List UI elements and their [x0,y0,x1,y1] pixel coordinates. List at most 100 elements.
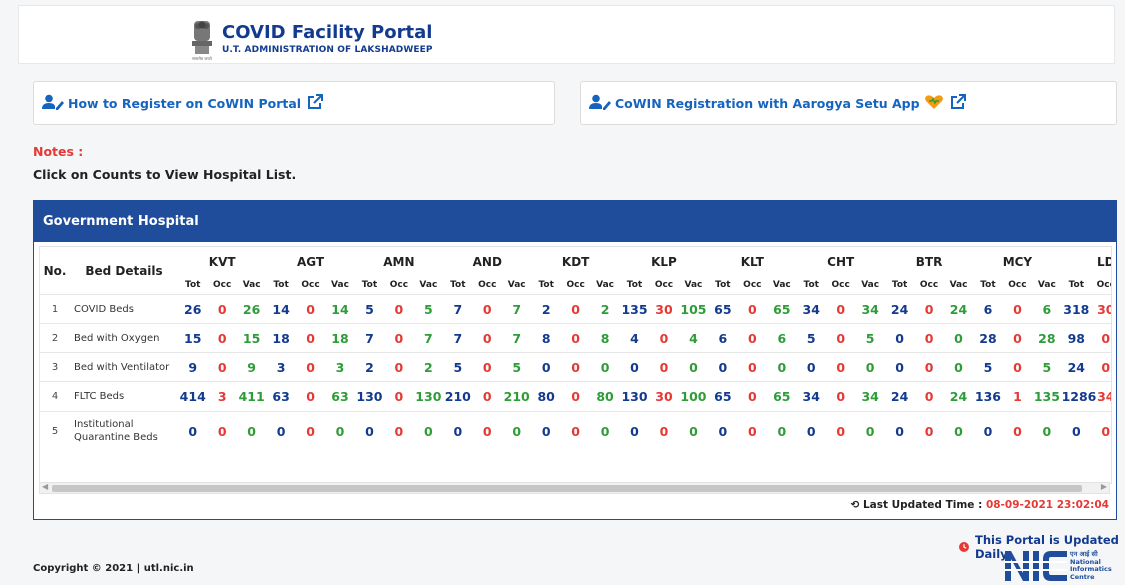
cht-tot-count[interactable]: 34 [797,382,826,412]
kvt-tot-count[interactable]: 26 [178,295,207,324]
mcy-occ-count[interactable]: 1 [1003,382,1032,412]
kdt-vac-count[interactable]: 0 [590,412,619,451]
btr-tot-count[interactable]: 24 [885,382,914,412]
horizontal-scrollbar[interactable]: ◀ ▶ [39,482,1110,494]
ld-tot-count[interactable]: 98 [1062,324,1091,353]
mcy-vac-count[interactable]: 5 [1032,353,1061,382]
and-vac-count[interactable]: 210 [502,382,531,412]
kvt-tot-count[interactable]: 414 [178,382,207,412]
klp-occ-count[interactable]: 0 [649,353,678,382]
klt-vac-count[interactable]: 65 [767,382,796,412]
cht-vac-count[interactable]: 34 [855,295,884,324]
kdt-tot-count[interactable]: 8 [531,324,560,353]
agt-occ-count[interactable]: 0 [296,324,325,353]
klp-occ-count[interactable]: 0 [649,324,678,353]
klp-tot-count[interactable]: 135 [620,295,649,324]
scroll-left-icon[interactable]: ◀ [42,482,48,491]
klp-vac-count[interactable]: 4 [679,324,708,353]
kdt-occ-count[interactable]: 0 [561,295,590,324]
mcy-occ-count[interactable]: 0 [1003,353,1032,382]
register-cowin-link[interactable]: How to Register on CoWIN Portal [33,81,555,125]
cht-occ-count[interactable]: 0 [826,412,855,451]
kdt-occ-count[interactable]: 0 [561,324,590,353]
cht-vac-count[interactable]: 34 [855,382,884,412]
kdt-tot-count[interactable]: 0 [531,353,560,382]
klt-vac-count[interactable]: 0 [767,412,796,451]
kvt-occ-count[interactable]: 0 [207,412,236,451]
agt-tot-count[interactable]: 18 [266,324,295,353]
cht-tot-count[interactable]: 5 [797,324,826,353]
ld-occ-count[interactable]: 0 [1091,353,1111,382]
mcy-occ-count[interactable]: 0 [1003,324,1032,353]
aarogya-setu-link[interactable]: CoWIN Registration with Aarogya Setu App [580,81,1117,125]
kvt-occ-count[interactable]: 0 [207,295,236,324]
agt-occ-count[interactable]: 0 [296,382,325,412]
ld-tot-count[interactable]: 1286 [1062,382,1097,412]
btr-occ-count[interactable]: 0 [914,353,943,382]
amn-vac-count[interactable]: 2 [414,353,443,382]
kdt-tot-count[interactable]: 2 [531,295,560,324]
scroll-right-icon[interactable]: ▶ [1101,482,1107,491]
and-tot-count[interactable]: 0 [443,412,472,451]
and-tot-count[interactable]: 210 [443,382,472,412]
and-vac-count[interactable]: 5 [502,353,531,382]
kdt-vac-count[interactable]: 0 [590,353,619,382]
amn-occ-count[interactable]: 0 [384,324,413,353]
kvt-tot-count[interactable]: 0 [178,412,207,451]
klp-vac-count[interactable]: 0 [679,412,708,451]
btr-vac-count[interactable]: 0 [944,324,973,353]
cht-tot-count[interactable]: 34 [797,295,826,324]
klt-occ-count[interactable]: 0 [738,295,767,324]
and-occ-count[interactable]: 0 [473,295,502,324]
klt-occ-count[interactable]: 0 [738,412,767,451]
klt-vac-count[interactable]: 0 [767,353,796,382]
ld-tot-count[interactable]: 0 [1062,412,1091,451]
mcy-tot-count[interactable]: 28 [973,324,1002,353]
agt-occ-count[interactable]: 0 [296,295,325,324]
cht-vac-count[interactable]: 0 [855,353,884,382]
klt-tot-count[interactable]: 0 [708,353,737,382]
klp-tot-count[interactable]: 4 [620,324,649,353]
and-occ-count[interactable]: 0 [473,412,502,451]
klp-vac-count[interactable]: 100 [679,382,708,412]
klt-occ-count[interactable]: 0 [738,382,767,412]
kdt-vac-count[interactable]: 8 [590,324,619,353]
ld-tot-count[interactable]: 24 [1062,353,1091,382]
kvt-vac-count[interactable]: 0 [237,412,266,451]
kvt-tot-count[interactable]: 9 [178,353,207,382]
kdt-vac-count[interactable]: 80 [590,382,619,412]
kdt-occ-count[interactable]: 0 [561,353,590,382]
ld-occ-count[interactable]: 0 [1091,324,1111,353]
cht-occ-count[interactable]: 0 [826,382,855,412]
cht-tot-count[interactable]: 0 [797,412,826,451]
mcy-vac-count[interactable]: 135 [1032,382,1061,412]
kvt-occ-count[interactable]: 0 [207,353,236,382]
kvt-occ-count[interactable]: 3 [207,382,236,412]
btr-vac-count[interactable]: 0 [944,353,973,382]
mcy-vac-count[interactable]: 0 [1032,412,1061,451]
klp-tot-count[interactable]: 0 [620,412,649,451]
cht-vac-count[interactable]: 0 [855,412,884,451]
and-occ-count[interactable]: 0 [473,382,502,412]
klp-vac-count[interactable]: 105 [679,295,708,324]
klp-tot-count[interactable]: 130 [620,382,649,412]
amn-tot-count[interactable]: 2 [355,353,384,382]
mcy-vac-count[interactable]: 6 [1032,295,1061,324]
kdt-tot-count[interactable]: 0 [531,412,560,451]
amn-occ-count[interactable]: 0 [384,295,413,324]
and-occ-count[interactable]: 0 [473,353,502,382]
and-tot-count[interactable]: 5 [443,353,472,382]
and-tot-count[interactable]: 7 [443,295,472,324]
klp-occ-count[interactable]: 30 [649,295,678,324]
klp-occ-count[interactable]: 0 [649,412,678,451]
klt-occ-count[interactable]: 0 [738,353,767,382]
amn-occ-count[interactable]: 0 [384,412,413,451]
mcy-occ-count[interactable]: 0 [1003,295,1032,324]
klt-tot-count[interactable]: 0 [708,412,737,451]
agt-tot-count[interactable]: 0 [266,412,295,451]
and-vac-count[interactable]: 7 [502,324,531,353]
cht-occ-count[interactable]: 0 [826,295,855,324]
cht-vac-count[interactable]: 5 [855,324,884,353]
mcy-vac-count[interactable]: 28 [1032,324,1061,353]
agt-vac-count[interactable]: 3 [325,353,354,382]
